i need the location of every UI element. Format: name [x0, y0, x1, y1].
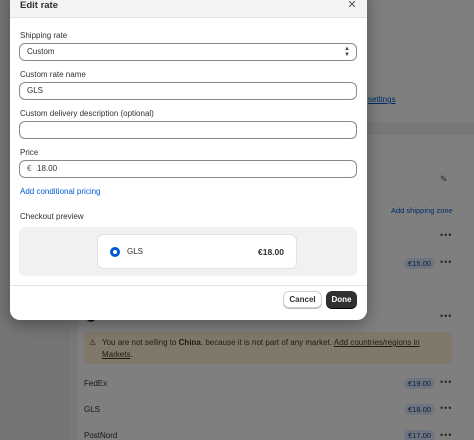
checkout-preview-label: Checkout preview	[20, 212, 84, 221]
close-icon[interactable]: ✕	[345, 0, 359, 12]
cancel-button[interactable]: Cancel	[283, 291, 322, 308]
price-input[interactable]: € 18.00	[19, 160, 357, 178]
modal-header: Edit rate ✕	[10, 0, 367, 18]
shipping-rate-select[interactable]: Custom ▲ ▼	[19, 43, 357, 61]
shipping-rate-value: Custom	[27, 47, 55, 56]
modal-title: Edit rate	[20, 0, 59, 11]
currency-symbol: €	[27, 164, 32, 173]
custom-rate-name-input[interactable]: GLS	[19, 82, 357, 100]
delivery-description-label: Custom delivery description (optional)	[20, 109, 154, 118]
preview-option-price: €18.00	[258, 247, 284, 257]
shipping-rate-label: Shipping rate	[20, 31, 68, 40]
preview-shipping-option: GLS €18.00	[97, 234, 297, 269]
add-conditional-pricing-link[interactable]: Add conditional pricing	[20, 187, 101, 196]
modal-footer: Cancel Done	[10, 285, 367, 320]
done-button[interactable]: Done	[326, 291, 357, 308]
custom-rate-name-label: Custom rate name	[20, 70, 86, 79]
checkout-preview: GLS €18.00	[19, 227, 357, 276]
custom-rate-name-value: GLS	[27, 86, 44, 95]
preview-option-name: GLS	[127, 247, 144, 256]
delivery-description-input[interactable]	[19, 121, 357, 139]
edit-rate-modal: Edit rate ✕ Shipping rate Custom ▲ ▼ Cust…	[10, 0, 367, 320]
chevron-up-down-icon: ▲ ▼	[344, 46, 350, 58]
price-label: Price	[20, 148, 39, 157]
price-value: 18.00	[37, 164, 58, 173]
radio-selected-icon	[110, 247, 120, 257]
